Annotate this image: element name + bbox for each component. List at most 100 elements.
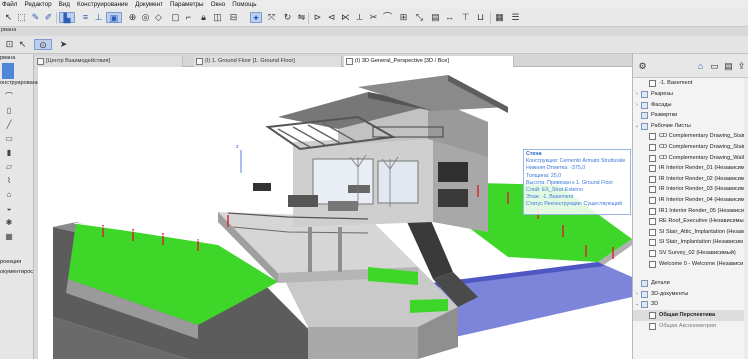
worksheet-icon (649, 207, 656, 215)
wall-geometry-icon[interactable]: ⊡ (4, 39, 15, 50)
object-tool-icon[interactable]: ✱ (4, 218, 14, 228)
tab-collaboration-center[interactable]: [Центр Взаимодействия] (35, 56, 183, 67)
nav-item[interactable]: CD Complementary Drawing_Stair (633, 142, 748, 153)
slab-tool-icon[interactable]: ▭ (4, 134, 14, 144)
door-tool-icon[interactable]: ▮ (4, 148, 14, 158)
menu-design[interactable]: Конструирование (77, 1, 128, 8)
menu-help[interactable]: Помощь (232, 1, 256, 8)
tab-ground-floor[interactable]: (I) 1. Ground Floor [1. Ground Floor] (194, 56, 342, 67)
nav-item-partial[interactable]: Общая Аксонометрия (633, 321, 748, 332)
nav-item[interactable]: RE Roof_Executive (Независимый (633, 216, 748, 227)
chevron-down-icon[interactable]: ⌄ (634, 121, 640, 132)
stretch-icon[interactable]: ↔ (444, 12, 455, 23)
grid-icon[interactable]: ▢ (170, 12, 181, 23)
intersect-icon[interactable]: ⋉ (340, 12, 351, 23)
pointer-icon[interactable]: ➤ (58, 39, 69, 50)
magic-wand-icon[interactable]: ✦ (250, 12, 262, 23)
nav-folder-3d[interactable]: ⌄ 3D (633, 299, 748, 310)
explode-icon[interactable]: ⊞ (398, 12, 409, 23)
tab-3d-perspective[interactable]: (I) 3D General_Perspective [3D / Все] (344, 56, 514, 67)
worksheet-icon (649, 218, 656, 226)
nav-item[interactable]: SI Stair_Attic_Implantation (Незав (633, 227, 748, 238)
nav-item[interactable]: SI Stair_Implantation (Независим (633, 237, 748, 248)
rotate-icon[interactable]: ↻ (282, 12, 293, 23)
view-map-icon[interactable]: ▭ (709, 61, 720, 72)
lock-icon[interactable]: 🔒︎ (198, 12, 209, 23)
zone-tool-icon[interactable]: ▦ (4, 232, 14, 242)
nav-item[interactable]: SV Survey_02 (Независимый) (633, 248, 748, 259)
menu-view[interactable]: Вид (59, 1, 70, 8)
trim-icon[interactable]: ✂ (368, 12, 379, 23)
distribute-icon[interactable]: ⊔ (475, 12, 486, 23)
layer-combo-icon[interactable]: ▙ (59, 12, 75, 23)
constraint-icon[interactable]: ⌐ (183, 12, 194, 23)
resize-icon[interactable]: ⤡ (414, 12, 425, 23)
mirror-icon[interactable]: ⇋ (296, 12, 307, 23)
shell-tool-icon[interactable]: ◒ (4, 204, 14, 214)
group-icon[interactable]: ◫ (212, 12, 223, 23)
chevron-right-icon[interactable]: › (634, 289, 640, 300)
curtain-wall-icon[interactable]: ▤ (430, 12, 441, 23)
nav-item[interactable]: CD Complementary Drawing_Stair (633, 131, 748, 142)
roof-tool-icon[interactable]: ⌂ (4, 190, 14, 200)
publisher-icon[interactable]: ⇪ (736, 61, 747, 72)
nav-item[interactable]: IR Interior Render_03 (Независим (633, 184, 748, 195)
menu-options[interactable]: Параметры (170, 1, 204, 8)
worksheet-icon (649, 186, 656, 194)
split-icon[interactable]: ⊳ (312, 12, 323, 23)
nav-item[interactable]: IR Interior Render_04 (Независим (633, 195, 748, 206)
layout-book-icon[interactable]: ▤ (723, 61, 734, 72)
fillet-icon[interactable]: ⌒ (382, 12, 393, 23)
navigator-settings-icon[interactable]: ⚙ (637, 61, 648, 72)
offset-icon[interactable]: ⟂ (354, 12, 365, 23)
syringe-icon[interactable]: ✐ (43, 12, 54, 23)
nav-item[interactable]: IR1 Interior Render_05 (Независим (633, 206, 748, 217)
adjust-icon[interactable]: ⊲ (326, 12, 337, 23)
ungroup-icon[interactable]: ⊟ (228, 12, 239, 23)
floor-plan-icon[interactable]: ⊥ (93, 12, 104, 23)
nav-item[interactable]: CD Complementary Drawing_Wall (633, 153, 748, 164)
pen-set-icon[interactable]: ≡ (80, 12, 91, 23)
marquee-icon[interactable]: ⬚ (16, 12, 27, 23)
select-arrow-icon[interactable]: ↖ (3, 12, 14, 23)
navigator-scrollbar[interactable] (744, 78, 748, 359)
stair-tool-icon[interactable]: ⌇ (4, 176, 14, 186)
align-icon[interactable]: ⊤ (460, 12, 471, 23)
chevron-down-icon[interactable]: ⌄ (634, 299, 640, 310)
nav-item[interactable]: -1. Basement (633, 78, 748, 89)
drag-icon[interactable]: ⤧ (266, 12, 277, 23)
nav-folder-worksheets[interactable]: ⌄ Рабочие Листы (633, 121, 748, 132)
chevron-right-icon[interactable]: › (634, 89, 640, 100)
suspend-groups-icon[interactable]: ◎ (140, 12, 151, 23)
nav-folder-interior-elevations[interactable]: Развертки (633, 110, 748, 121)
window-tool-icon[interactable]: ▱ (4, 162, 14, 172)
nav-item-label: Общая Аксонометрия (659, 322, 716, 329)
menu-edit[interactable]: Редактор (24, 1, 51, 8)
gravity-icon[interactable]: ⊕ (127, 12, 138, 23)
table-icon[interactable]: ▦ (494, 12, 505, 23)
nav-folder-sections[interactable]: › Разрезы (633, 89, 748, 100)
nav-item[interactable]: IR Interior Render_02 (Независим (633, 174, 748, 185)
cursor-icon[interactable]: ↖ (17, 39, 28, 50)
nav-folder-3d-documents[interactable]: › 3D-документы (633, 289, 748, 300)
nav-item[interactable]: IR Interior Render_01 (Независим (633, 163, 748, 174)
column-tool-icon[interactable]: ▯ (4, 106, 14, 116)
wall-tool-icon[interactable]: ⌒ (4, 92, 14, 102)
nav-folder-details[interactable]: Детали (633, 278, 748, 289)
worksheet-icon (649, 144, 656, 151)
snap-icon[interactable]: ◇ (153, 12, 164, 23)
project-map-icon[interactable]: ⌂ (695, 61, 706, 72)
nav-item[interactable]: Welcome 0 - Welcome (Независи (633, 259, 748, 270)
select-tool[interactable] (2, 63, 14, 79)
list-icon[interactable]: ☰ (510, 12, 521, 23)
beam-tool-icon[interactable]: ╱ (4, 120, 14, 130)
model-view-icon[interactable]: ▣ (106, 12, 122, 23)
menu-window[interactable]: Окно (211, 1, 226, 8)
menu-file[interactable]: Файл (2, 1, 17, 8)
eyedropper-icon[interactable]: ✎ (30, 12, 41, 23)
orbit-icon[interactable]: ⊙ (34, 39, 52, 50)
nav-folder-elevations[interactable]: › Фасады (633, 100, 748, 111)
chevron-right-icon[interactable]: › (634, 100, 640, 111)
nav-item-general-perspective[interactable]: Общая Перспектива (633, 310, 748, 321)
menu-document[interactable]: Документ (135, 1, 163, 8)
